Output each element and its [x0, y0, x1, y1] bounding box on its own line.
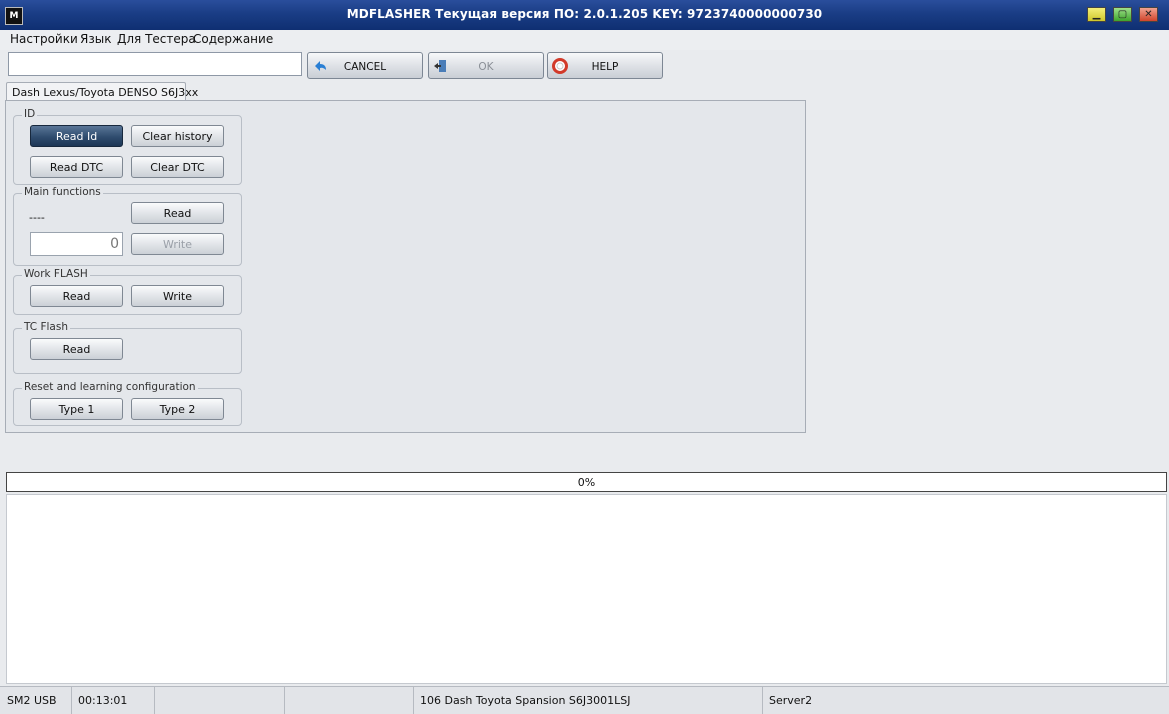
group-tc-flash: TC Flash Read: [13, 321, 242, 374]
maximize-button[interactable]: ▢: [1113, 7, 1132, 22]
group-reset-title: Reset and learning configuration: [22, 381, 198, 393]
log-output[interactable]: [6, 494, 1167, 684]
close-button[interactable]: ✕: [1139, 7, 1158, 22]
main-write-label: Write: [162, 238, 193, 251]
toolbar: CANCEL OK HELP: [0, 50, 1169, 82]
status-server-text: Server2: [769, 694, 813, 707]
progress-label: 0%: [577, 476, 596, 489]
tc-flash-read-button[interactable]: Read: [30, 338, 123, 360]
status-bar: SM2 USB 00:13:01 106 Dash Toyota Spansio…: [0, 686, 1169, 714]
help-label: HELP: [591, 61, 619, 73]
group-id-title: ID: [22, 108, 38, 120]
window-title: MDFLASHER Текущая версия ПО: 2.0.1.205 K…: [346, 7, 823, 21]
clear-dtc-label: Clear DTC: [150, 161, 205, 174]
menu-settings[interactable]: Настройки: [10, 32, 78, 46]
help-button[interactable]: HELP: [547, 52, 663, 79]
type1-button[interactable]: Type 1: [30, 398, 123, 420]
title-bar: M MDFLASHER Текущая версия ПО: 2.0.1.205…: [0, 0, 1169, 31]
menu-bar: Настройки Язык Для Тестера Содержание: [0, 30, 1169, 50]
cancel-button[interactable]: CANCEL: [307, 52, 423, 79]
clear-history-button[interactable]: Clear history: [131, 125, 224, 147]
group-main-functions: Main functions ---- Read 0 Write: [13, 186, 242, 266]
tc-flash-read-label: Read: [62, 343, 91, 356]
tab-dash-lexus-toyota[interactable]: Dash Lexus/Toyota DENSO S6J3xx: [6, 82, 198, 100]
main-read-label: Read: [163, 207, 192, 220]
type2-button[interactable]: Type 2: [131, 398, 224, 420]
type1-label: Type 1: [58, 403, 95, 416]
read-dtc-button[interactable]: Read DTC: [30, 156, 123, 178]
group-work-flash-title: Work FLASH: [22, 268, 90, 280]
read-id-button[interactable]: Read Id: [30, 125, 123, 147]
status-time: 00:13:01: [72, 687, 155, 714]
work-flash-write-label: Write: [162, 290, 193, 303]
ok-button[interactable]: OK: [428, 52, 544, 79]
read-dtc-label: Read DTC: [49, 161, 104, 174]
work-flash-read-label: Read: [62, 290, 91, 303]
main-read-button[interactable]: Read: [131, 202, 224, 224]
status-interface: SM2 USB: [0, 687, 72, 714]
status-server: Server2: [763, 687, 1169, 714]
maximize-icon: ▢: [1117, 9, 1128, 20]
clear-dtc-button[interactable]: Clear DTC: [131, 156, 224, 178]
menu-contents[interactable]: Содержание: [193, 32, 273, 46]
read-id-label: Read Id: [55, 130, 98, 143]
status-device-text: 106 Dash Toyota Spansion S6J3001LSJ: [420, 694, 631, 707]
status-interface-text: SM2 USB: [7, 694, 57, 707]
clear-history-label: Clear history: [142, 130, 213, 143]
minimize-button[interactable]: ▁: [1087, 7, 1106, 22]
menu-language[interactable]: Язык: [80, 32, 111, 46]
main-value-input[interactable]: 0: [30, 232, 123, 256]
main-write-button[interactable]: Write: [131, 233, 224, 255]
tab-panel: ID Read Id Clear history Read DTC Clear …: [5, 100, 806, 433]
group-reset-learning: Reset and learning configuration Type 1 …: [13, 381, 242, 426]
group-id: ID Read Id Clear history Read DTC Clear …: [13, 108, 242, 185]
type2-label: Type 2: [159, 403, 196, 416]
minimize-icon: ▁: [1092, 9, 1101, 20]
cancel-label: CANCEL: [343, 61, 387, 73]
status-time-text: 00:13:01: [78, 694, 128, 707]
work-flash-write-button[interactable]: Write: [131, 285, 224, 307]
work-flash-read-button[interactable]: Read: [30, 285, 123, 307]
progress-bar: 0%: [6, 472, 1167, 492]
status-empty-2: [285, 687, 414, 714]
main-value-text: ----: [29, 211, 45, 224]
ok-label: OK: [478, 61, 494, 73]
group-main-title: Main functions: [22, 186, 103, 198]
group-work-flash: Work FLASH Read Write: [13, 268, 242, 315]
command-input[interactable]: [8, 52, 302, 76]
group-tc-flash-title: TC Flash: [22, 321, 70, 333]
status-empty-1: [155, 687, 285, 714]
tab-label: Dash Lexus/Toyota DENSO S6J3xx: [12, 86, 199, 99]
status-device: 106 Dash Toyota Spansion S6J3001LSJ: [414, 687, 763, 714]
menu-for-tester[interactable]: Для Тестера: [117, 32, 196, 46]
close-icon: ✕: [1144, 9, 1153, 20]
